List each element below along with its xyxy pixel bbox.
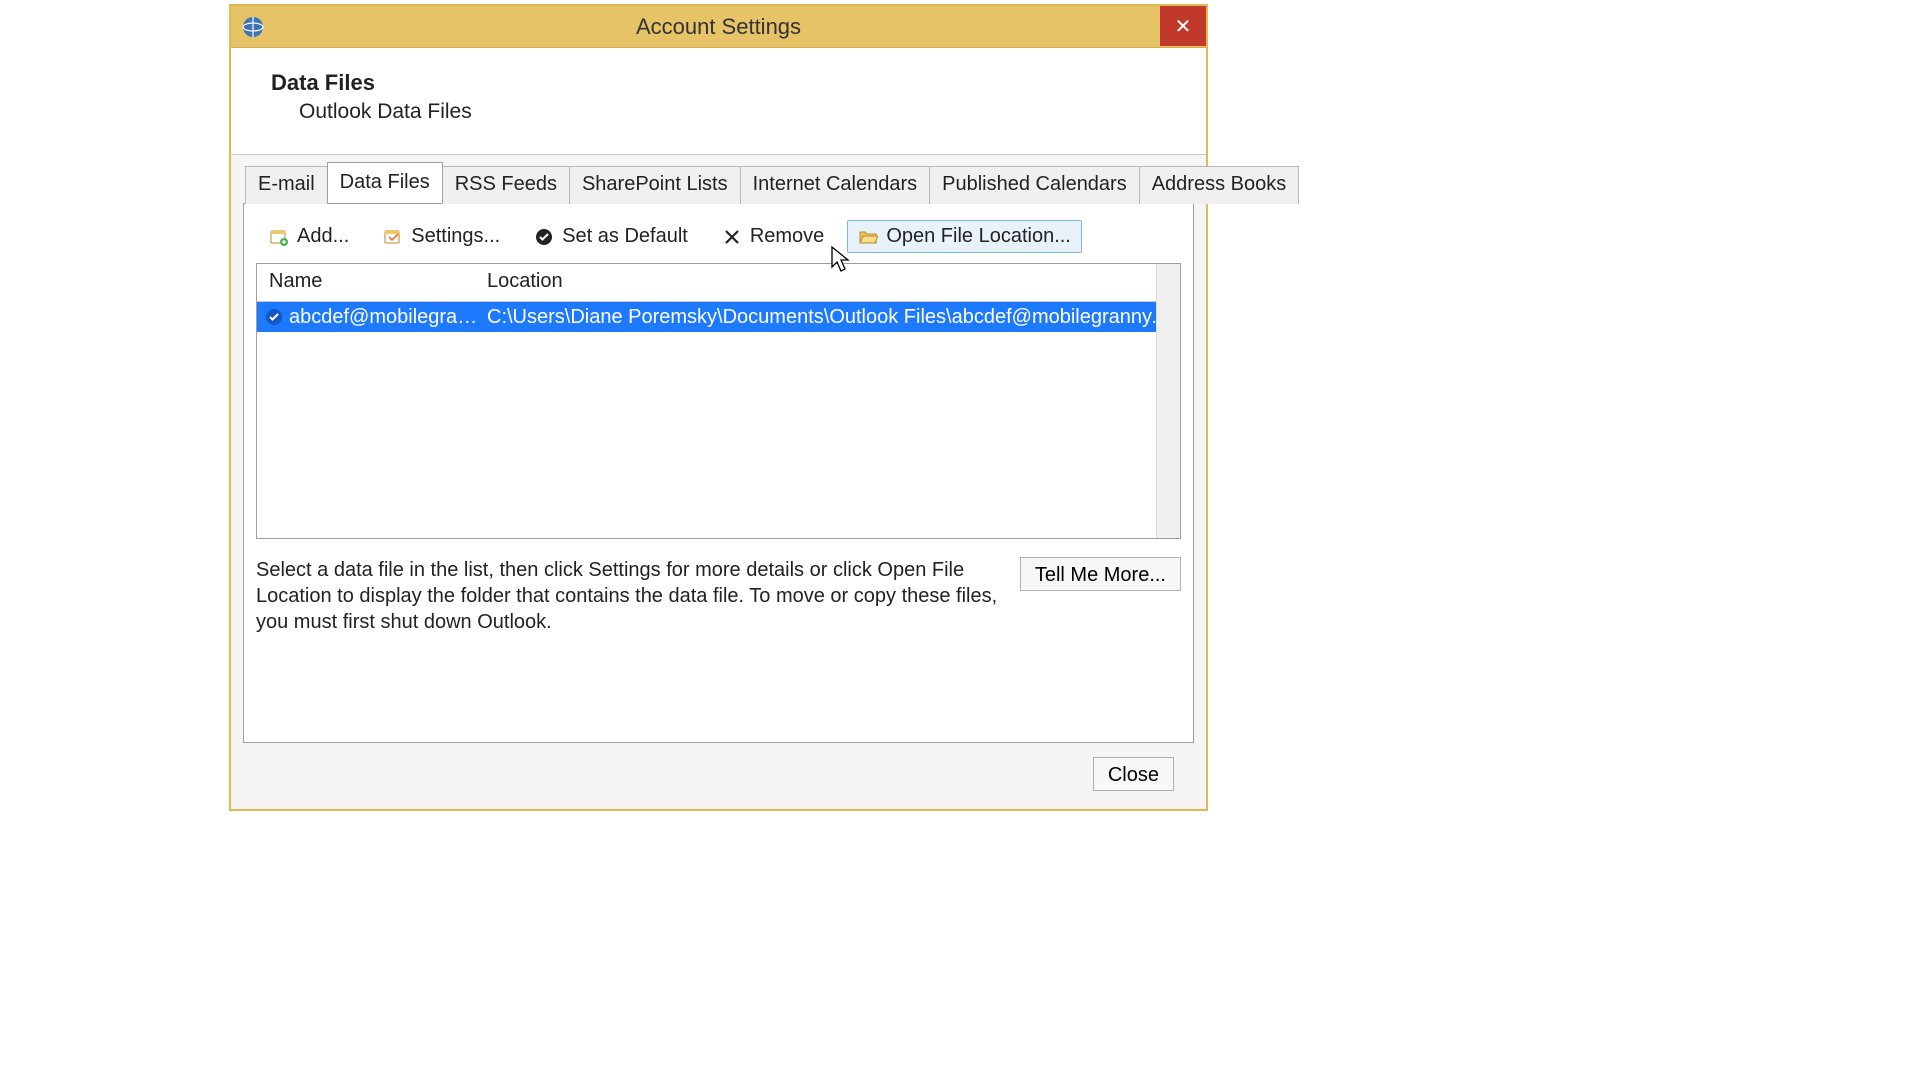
column-name[interactable]: Name bbox=[257, 270, 479, 293]
dialog-footer: Close bbox=[243, 743, 1194, 809]
toolbar: Add... Settings... Set as Default bbox=[256, 216, 1181, 263]
button-label: Remove bbox=[750, 225, 824, 248]
account-settings-window: Account Settings ✕ Data Files Outlook Da… bbox=[229, 4, 1208, 811]
add-button[interactable]: Add... bbox=[258, 220, 360, 253]
tab-sharepoint-lists[interactable]: SharePoint Lists bbox=[569, 166, 741, 204]
tab-address-books[interactable]: Address Books bbox=[1139, 166, 1300, 204]
tab-panel: Add... Settings... Set as Default bbox=[243, 203, 1194, 743]
settings-icon bbox=[383, 227, 403, 247]
default-check-icon bbox=[261, 308, 287, 326]
settings-button[interactable]: Settings... bbox=[372, 220, 511, 253]
tab-label: Published Calendars bbox=[942, 173, 1127, 195]
open-file-location-button[interactable]: Open File Location... bbox=[847, 220, 1082, 253]
header-heading: Data Files bbox=[271, 70, 1166, 96]
app-icon bbox=[241, 15, 265, 39]
button-label: Open File Location... bbox=[886, 225, 1071, 248]
button-label: Set as Default bbox=[562, 225, 688, 248]
close-window-button[interactable]: ✕ bbox=[1160, 6, 1206, 46]
remove-button[interactable]: Remove bbox=[711, 220, 835, 253]
folder-open-icon bbox=[858, 227, 878, 247]
tab-label: Address Books bbox=[1152, 173, 1287, 195]
header-sub: Outlook Data Files bbox=[299, 100, 1166, 124]
check-circle-icon bbox=[534, 227, 554, 247]
remove-icon bbox=[722, 227, 742, 247]
button-label: Settings... bbox=[411, 225, 500, 248]
tab-data-files[interactable]: Data Files bbox=[327, 162, 443, 203]
row-location: C:\Users\Diane Poremsky\Documents\Outloo… bbox=[479, 306, 1180, 329]
column-location[interactable]: Location bbox=[479, 270, 1180, 293]
tab-label: Internet Calendars bbox=[753, 173, 918, 195]
tell-me-more-button[interactable]: Tell Me More... bbox=[1020, 557, 1181, 591]
tab-label: RSS Feeds bbox=[455, 173, 557, 195]
row-name: abcdef@mobilegran... bbox=[289, 306, 479, 329]
tab-published-calendars[interactable]: Published Calendars bbox=[929, 166, 1140, 204]
tab-label: SharePoint Lists bbox=[582, 173, 728, 195]
content-area: E-mail Data Files RSS Feeds SharePoint L… bbox=[231, 155, 1206, 809]
tab-label: E-mail bbox=[258, 173, 315, 195]
tab-email[interactable]: E-mail bbox=[245, 166, 328, 204]
close-button[interactable]: Close bbox=[1093, 757, 1174, 791]
window-title: Account Settings bbox=[231, 14, 1206, 40]
set-default-button[interactable]: Set as Default bbox=[523, 220, 699, 253]
list-header: Name Location bbox=[257, 264, 1180, 302]
table-row[interactable]: abcdef@mobilegran... C:\Users\Diane Pore… bbox=[257, 302, 1180, 332]
info-row: Select a data file in the list, then cli… bbox=[256, 557, 1181, 635]
titlebar: Account Settings ✕ bbox=[231, 6, 1206, 48]
info-text: Select a data file in the list, then cli… bbox=[256, 557, 1000, 635]
close-icon: ✕ bbox=[1175, 14, 1192, 39]
tab-rss-feeds[interactable]: RSS Feeds bbox=[442, 166, 570, 204]
list-body: abcdef@mobilegran... C:\Users\Diane Pore… bbox=[257, 302, 1180, 538]
button-label: Add... bbox=[297, 225, 349, 248]
tab-label: Data Files bbox=[340, 171, 430, 193]
scrollbar[interactable] bbox=[1156, 264, 1180, 538]
dialog-header: Data Files Outlook Data Files bbox=[231, 48, 1206, 155]
add-icon bbox=[269, 227, 289, 247]
tab-internet-calendars[interactable]: Internet Calendars bbox=[740, 166, 931, 204]
data-files-list: Name Location abcdef@mobilegran... C:\Us… bbox=[256, 263, 1181, 539]
tab-bar: E-mail Data Files RSS Feeds SharePoint L… bbox=[245, 165, 1194, 203]
